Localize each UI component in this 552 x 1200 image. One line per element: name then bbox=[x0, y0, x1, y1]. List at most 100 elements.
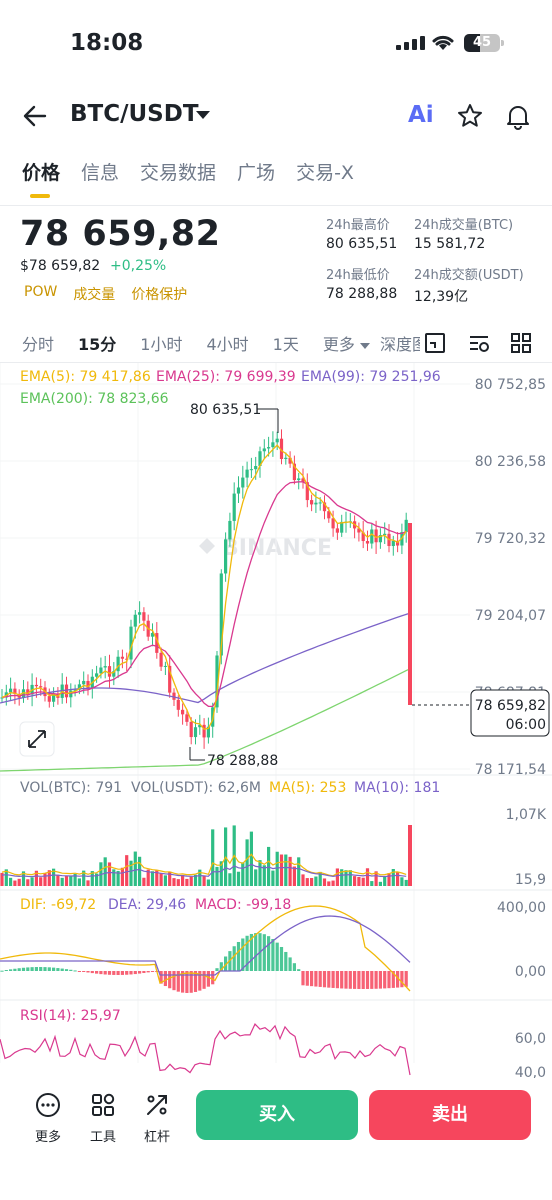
macd-bar bbox=[9, 969, 13, 971]
candle-body bbox=[47, 696, 51, 702]
vol-ma10-legend: MA(10): 181 bbox=[354, 780, 440, 796]
macd-bar bbox=[262, 934, 266, 971]
macd-bar bbox=[314, 971, 318, 987]
pair-dropdown-caret-icon[interactable] bbox=[196, 111, 210, 119]
dif-legend: DIF: -69,72 bbox=[20, 897, 96, 913]
macd-bar bbox=[297, 969, 301, 971]
macd-bar bbox=[69, 969, 73, 971]
macd-bar bbox=[56, 968, 60, 971]
macd-bar bbox=[120, 971, 124, 975]
tab-trade-x[interactable]: 交易-X bbox=[296, 158, 354, 185]
leverage-label: 杠杆 bbox=[143, 1130, 170, 1145]
vol-usdt-legend: VOL(USDT): 62,6M bbox=[131, 780, 261, 796]
volume-bar bbox=[163, 875, 167, 886]
volume-bar bbox=[365, 868, 370, 886]
macd-bar bbox=[284, 951, 288, 971]
volume-bar bbox=[275, 851, 279, 886]
candle-body bbox=[159, 652, 163, 667]
candle-body bbox=[120, 656, 124, 659]
tag-volume[interactable]: 成交量 bbox=[73, 284, 115, 304]
macd-bar bbox=[383, 971, 387, 989]
candle-body bbox=[189, 721, 193, 738]
macd-bar bbox=[357, 971, 361, 989]
tab-square[interactable]: 广场 bbox=[237, 158, 275, 185]
volume-btc-label: 24h成交量(BTC) bbox=[414, 218, 514, 233]
candle-body bbox=[404, 519, 408, 533]
volume-bar bbox=[9, 877, 13, 886]
macd-bar bbox=[279, 946, 284, 971]
volume-bar bbox=[404, 879, 408, 886]
depth-chart-tab[interactable]: 深度图 bbox=[380, 331, 420, 355]
battery-tip bbox=[501, 40, 504, 46]
volume-bar bbox=[172, 878, 176, 886]
back-arrow-icon[interactable] bbox=[22, 103, 48, 129]
favorite-star-icon[interactable] bbox=[456, 102, 484, 130]
candle-body bbox=[275, 438, 279, 443]
price-change-percent: +0,25% bbox=[110, 258, 167, 274]
macd-bar bbox=[271, 938, 275, 971]
tab-info[interactable]: 信息 bbox=[81, 158, 119, 185]
more-dots-icon bbox=[36, 1093, 60, 1117]
candle-countdown: 06:00 bbox=[506, 717, 546, 733]
macd-bar bbox=[146, 971, 150, 973]
battery-level: 45 bbox=[472, 35, 492, 50]
macd-bar bbox=[202, 971, 206, 989]
volume-bar bbox=[370, 881, 374, 886]
macd-legend: MACD: -99,18 bbox=[195, 897, 291, 913]
macd-bar bbox=[361, 971, 365, 989]
more-button[interactable]: 更多 bbox=[26, 1092, 70, 1145]
candle-body bbox=[185, 714, 189, 722]
buy-button[interactable]: 买入 bbox=[196, 1090, 358, 1140]
chevron-down-icon bbox=[359, 342, 370, 349]
macd-bar bbox=[125, 971, 129, 975]
ai-assistant-button[interactable]: Ai bbox=[408, 102, 434, 128]
candle-body bbox=[271, 442, 275, 448]
macd-bar bbox=[129, 971, 133, 975]
macd-bar bbox=[34, 967, 38, 971]
vol-ma5-legend: MA(5): 253 bbox=[269, 780, 346, 796]
interval-4h[interactable]: 4小时 bbox=[206, 331, 248, 355]
tab-trading-data[interactable]: 交易数据 bbox=[140, 158, 216, 185]
interval-1d[interactable]: 1天 bbox=[273, 331, 299, 355]
macd-bar bbox=[241, 938, 245, 971]
interval-1h[interactable]: 1小时 bbox=[140, 331, 182, 355]
volume-bar bbox=[103, 857, 107, 886]
expand-chart-button[interactable] bbox=[19, 721, 55, 757]
leverage-button[interactable]: 杠杆 bbox=[135, 1092, 179, 1145]
volume-bar bbox=[284, 854, 288, 886]
tools-button[interactable]: 工具 bbox=[81, 1092, 125, 1145]
candle-body bbox=[193, 727, 198, 738]
macd-bar bbox=[73, 970, 77, 972]
interval-15m[interactable]: 15分 bbox=[78, 331, 116, 355]
interval-more[interactable]: 更多 bbox=[323, 331, 370, 355]
macd-bar bbox=[21, 967, 26, 971]
trading-pair-title[interactable]: BTC/USDT bbox=[70, 101, 199, 127]
candles bbox=[0, 429, 412, 749]
price-alert-bell-icon[interactable] bbox=[504, 102, 532, 130]
macd-bar bbox=[344, 971, 348, 989]
indicator-settings-icon[interactable] bbox=[468, 332, 490, 354]
watermark-text: BINANCE bbox=[222, 536, 332, 561]
volume-bar bbox=[348, 870, 352, 886]
macd-bar bbox=[267, 936, 271, 971]
interval-line[interactable]: 分时 bbox=[22, 331, 54, 355]
candlestick-chart[interactable]: BINANCE EMA(5): 79 417,86 EMA(25): 79 69… bbox=[0, 363, 552, 1078]
volume-bar bbox=[310, 877, 314, 886]
macd-bar bbox=[404, 971, 408, 987]
tab-price[interactable]: 价格 bbox=[22, 158, 60, 185]
volume-bar bbox=[86, 880, 90, 886]
candle-body bbox=[254, 466, 258, 470]
volume-bar bbox=[228, 873, 232, 886]
tag-pow[interactable]: POW bbox=[24, 284, 57, 304]
macd-bar bbox=[335, 971, 339, 989]
layout-grid-icon[interactable] bbox=[510, 332, 532, 354]
volume-bar bbox=[112, 869, 116, 886]
candle-body bbox=[370, 529, 374, 544]
tag-price-protection[interactable]: 价格保护 bbox=[131, 284, 187, 304]
sell-button[interactable]: 卖出 bbox=[369, 1090, 531, 1140]
volume-usdt-label: 24h成交额(USDT) bbox=[414, 268, 524, 283]
tools-grid-icon bbox=[92, 1093, 115, 1116]
fullscreen-chart-icon[interactable] bbox=[424, 332, 446, 354]
volume-bar bbox=[335, 868, 339, 886]
candle-body bbox=[365, 541, 370, 544]
